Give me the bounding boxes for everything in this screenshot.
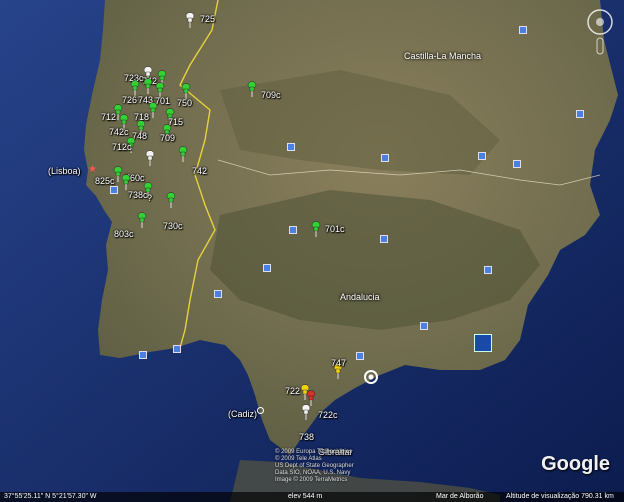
capital-star-icon: ★ (88, 164, 97, 175)
placemark-label: 730c (163, 221, 183, 231)
google-logo: Google (541, 453, 610, 475)
elevation-readout: elev 544 m (288, 493, 323, 500)
map-view[interactable]: Castilla-La Mancha Andalucia (Lisboa) (C… (0, 0, 624, 502)
photo-marker-icon[interactable] (513, 160, 521, 168)
photo-marker-icon[interactable] (356, 352, 364, 360)
placemark-pushpin-icon[interactable] (145, 150, 155, 166)
eye-altitude-readout: Altitude de visualização 790.31 km (506, 493, 614, 500)
info-square-icon[interactable] (474, 334, 492, 352)
credit-line: US Dept of State Geographer (275, 463, 354, 469)
placemark-label: 803c (114, 229, 134, 239)
photo-marker-icon[interactable] (380, 235, 388, 243)
placemark-pushpin-icon[interactable] (166, 192, 176, 208)
credit-line: © 2009 Tele Atlas (275, 456, 322, 462)
photo-marker-icon[interactable] (519, 26, 527, 34)
placemark-label: 742c (109, 127, 129, 137)
region-label-andalucia: Andalucia (340, 292, 380, 302)
placemark-pushpin-icon[interactable] (130, 80, 140, 96)
photo-marker-icon[interactable] (576, 110, 584, 118)
satellite-imagery (0, 0, 624, 502)
placemark-label: 709c (261, 90, 281, 100)
photo-marker-icon[interactable] (110, 186, 118, 194)
placemark-pushpin-icon[interactable] (181, 83, 191, 99)
zoom-slider-icon (596, 37, 604, 55)
placemark-pushpin-icon[interactable] (311, 221, 321, 237)
placemark-label: 722 (285, 386, 301, 396)
photo-marker-icon[interactable] (289, 226, 297, 234)
photo-marker-icon[interactable] (173, 345, 181, 353)
photo-marker-icon[interactable] (287, 143, 295, 151)
placemark-label: 825c (95, 176, 115, 186)
placemark-label: 750 (177, 98, 193, 108)
placemark-pushpin-icon[interactable] (247, 81, 257, 97)
status-bar: 37°55'25.11" N 5°21'57.30" W elev 544 m … (0, 492, 624, 502)
placemark-label: 701c (325, 224, 345, 234)
navigation-control[interactable] (586, 8, 614, 56)
placemark-label: 722c (318, 410, 338, 420)
placemark-pushpin-icon[interactable] (143, 78, 153, 94)
placemark-pushpin-icon[interactable] (301, 404, 311, 420)
placemark-label: 726 (122, 95, 138, 105)
placemark-label: 725 (200, 14, 216, 24)
photo-marker-icon[interactable] (478, 152, 486, 160)
photo-marker-icon[interactable] (214, 290, 222, 298)
city-label-lisboa: (Lisboa) (48, 166, 81, 176)
pointer-coordinates: 37°55'25.11" N 5°21'57.30" W (4, 493, 97, 500)
placemark-label: 747 (331, 358, 347, 368)
city-dot-icon (257, 407, 264, 414)
placemark-pushpin-icon[interactable] (148, 102, 158, 118)
placemark-label: 738 (299, 432, 315, 442)
target-icon[interactable] (364, 370, 378, 384)
map-region-name: Mar de Alborão (436, 493, 484, 500)
placemark-label: 712 (101, 112, 117, 122)
attribution-credits: © 2009 Europa Technologies © 2009 Tele A… (275, 449, 354, 484)
photo-marker-icon[interactable] (381, 154, 389, 162)
placemark-pushpin-icon[interactable] (178, 146, 188, 162)
placemark-label: 709 (160, 133, 176, 143)
region-label-castilla: Castilla-La Mancha (404, 51, 482, 61)
credit-line: © 2009 Europa Technologies (275, 449, 353, 455)
photo-marker-icon[interactable] (139, 351, 147, 359)
city-label-cadiz: (Cadiz) (228, 409, 258, 419)
placemark-label: ? (147, 193, 153, 203)
credit-line: Image © 2009 TerraMetrics (275, 477, 348, 483)
placemark-pushpin-icon[interactable] (185, 12, 195, 28)
placemark-pushpin-icon[interactable] (137, 212, 147, 228)
photo-marker-icon[interactable] (484, 266, 492, 274)
placemark-pushpin-icon[interactable] (121, 174, 131, 190)
placemark-label: 742 (192, 166, 208, 176)
photo-marker-icon[interactable] (420, 322, 428, 330)
photo-marker-icon[interactable] (263, 264, 271, 272)
compass-center-icon (596, 18, 604, 26)
placemark-label: 712c (112, 142, 132, 152)
credit-line: Data SIO, NOAA, U.S. Navy (275, 470, 351, 476)
